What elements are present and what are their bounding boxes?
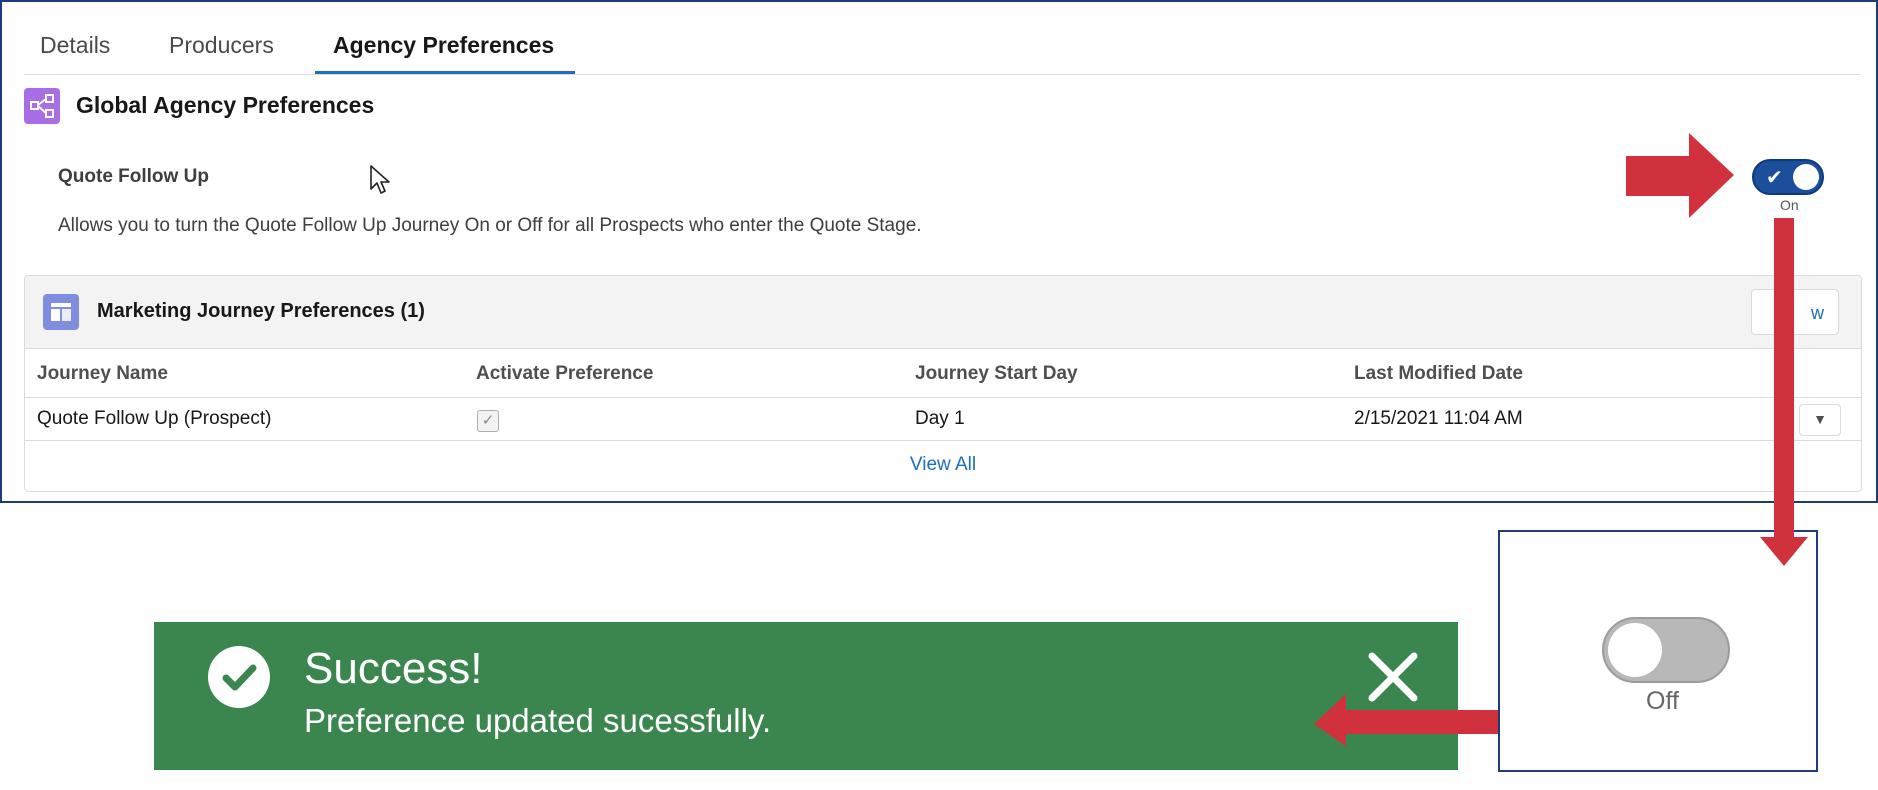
activate-preference-checkbox: ✓	[477, 410, 499, 432]
journey-name-cell[interactable]: Quote Follow Up (Prospect)	[37, 408, 271, 430]
agency-record-panel: Details Producers Agency Preferences Glo…	[0, 0, 1878, 503]
tab-producers[interactable]: Producers	[169, 32, 274, 59]
column-header-last-modified-date[interactable]: Last Modified Date	[1354, 363, 1523, 385]
view-all-link[interactable]: View All	[25, 454, 1861, 476]
marketing-journey-related-list: Marketing Journey Preferences (1) w Jour…	[24, 275, 1862, 492]
tab-agency-preferences[interactable]: Agency Preferences	[333, 32, 554, 59]
toggle-knob	[1793, 164, 1819, 190]
column-header-journey-start-day[interactable]: Journey Start Day	[915, 363, 1078, 385]
table-header-divider	[25, 397, 1861, 398]
toggle-state-label: On	[1780, 197, 1799, 213]
last-modified-date-cell: 2/15/2021 11:04 AM	[1354, 408, 1523, 429]
journey-start-day-cell: Day 1	[915, 408, 965, 429]
quote-follow-up-toggle[interactable]: ✔	[1752, 159, 1824, 195]
success-toast: Success! Preference updated sucessfully.	[154, 622, 1458, 770]
hierarchy-icon	[24, 88, 60, 124]
column-header-journey-name[interactable]: Journey Name	[37, 363, 168, 385]
related-list-header: Marketing Journey Preferences (1) w	[25, 276, 1861, 349]
global-preferences-title: Global Agency Preferences	[76, 92, 375, 118]
check-icon: ✔	[1766, 165, 1783, 189]
toggle-off-state-label: Off	[1646, 687, 1679, 715]
toast-title: Success!	[304, 644, 483, 693]
toggle-off-inset: Off	[1498, 530, 1818, 772]
column-header-activate-preference[interactable]: Activate Preference	[476, 363, 653, 385]
success-check-icon	[208, 646, 270, 708]
related-list-title: Marketing Journey Preferences (1)	[97, 300, 425, 322]
new-button[interactable]: w	[1751, 289, 1839, 335]
close-icon[interactable]	[1364, 648, 1422, 706]
tab-details[interactable]: Details	[40, 32, 110, 59]
table-row-divider	[25, 440, 1861, 441]
toast-message: Preference updated sucessfully.	[304, 702, 772, 739]
row-actions-menu[interactable]: ▼	[1799, 404, 1841, 436]
quote-follow-up-description: Allows you to turn the Quote Follow Up J…	[58, 215, 922, 236]
mouse-cursor-icon	[370, 165, 390, 194]
table-icon	[43, 294, 79, 330]
quote-follow-up-toggle-off[interactable]	[1602, 617, 1730, 683]
quote-follow-up-label: Quote Follow Up	[58, 166, 209, 187]
tabs-divider	[24, 74, 1860, 75]
toggle-knob	[1608, 623, 1662, 677]
